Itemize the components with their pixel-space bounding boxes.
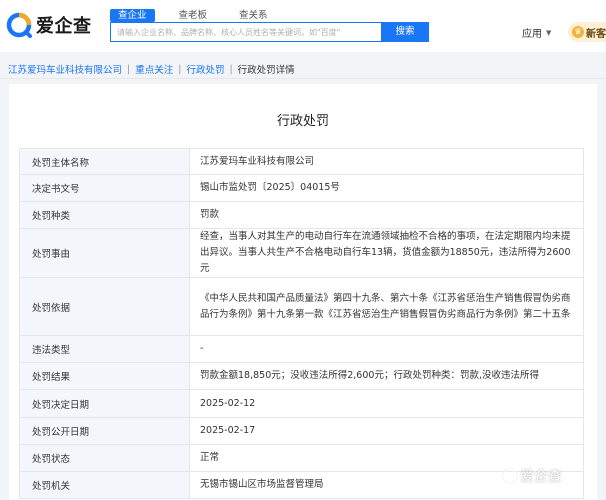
row-value: 罚款 bbox=[189, 201, 584, 229]
breadcrumb-separator: | bbox=[178, 63, 182, 75]
row-label: 处罚结果 bbox=[19, 362, 190, 390]
top-header: 爱企查 查企业 查老板 查关系 搜索 应用 ▼ ♛ 新客 bbox=[0, 0, 606, 52]
breadcrumb-separator: | bbox=[127, 63, 131, 75]
row-label: 处罚决定日期 bbox=[19, 389, 190, 418]
crown-icon: ♛ bbox=[572, 26, 584, 38]
breadcrumb-focus[interactable]: 重点关注 bbox=[135, 62, 173, 76]
table-row: 决定书文号 锡山市监处罚〔2025〕04015号 bbox=[19, 174, 584, 202]
breadcrumb-penalty[interactable]: 行政处罚 bbox=[186, 62, 224, 76]
table-row: 处罚结果 罚款金额18,850元；没收违法所得2,600元；行政处罚种类：罚款,… bbox=[19, 362, 584, 390]
row-label: 处罚依据 bbox=[19, 277, 190, 336]
table-row: 处罚种类 罚款 bbox=[19, 201, 584, 229]
row-value: 2025-02-12 bbox=[189, 389, 584, 418]
table-row: 处罚事由 经查，当事人对其生产的电动自行车在流通领域抽检不合格的事项，在法定期限… bbox=[19, 228, 584, 278]
detail-card: 行政处罚 处罚主体名称 江苏爱玛车业科技有限公司 决定书文号 锡山市监处罚〔20… bbox=[9, 84, 597, 500]
table-row: 处罚状态 正常 bbox=[19, 444, 584, 472]
table-row: 违法类型 - bbox=[19, 335, 584, 363]
search-button[interactable]: 搜索 bbox=[381, 22, 429, 42]
table-row: 处罚决定日期 2025-02-12 bbox=[19, 389, 584, 418]
chevron-down-icon: ▼ bbox=[546, 28, 552, 37]
row-value: 江苏爱玛车业科技有限公司 bbox=[189, 148, 584, 175]
search-input[interactable] bbox=[111, 23, 381, 41]
search-box bbox=[110, 22, 382, 42]
row-label: 处罚状态 bbox=[19, 444, 190, 472]
breadcrumb-current: 行政处罚详情 bbox=[237, 65, 295, 76]
apps-menu[interactable]: 应用 ▼ bbox=[522, 25, 552, 41]
page-title: 行政处罚 bbox=[276, 114, 329, 129]
logo[interactable]: 爱企查 bbox=[6, 10, 92, 40]
row-label: 违法类型 bbox=[19, 335, 190, 363]
row-value: 《中华人民共和国产品质量法》第四十九条、第六十条《江苏省惩治生产销售假冒伪劣商品… bbox=[189, 277, 584, 336]
table-row: 处罚主体名称 江苏爱玛车业科技有限公司 bbox=[19, 148, 584, 175]
apps-label: 应用 bbox=[522, 29, 542, 40]
breadcrumb-divider bbox=[0, 78, 606, 79]
row-value: 锡山市监处罚〔2025〕04015号 bbox=[189, 174, 584, 202]
tab-search-boss[interactable]: 查老板 bbox=[171, 9, 216, 22]
tab-search-relation[interactable]: 查关系 bbox=[231, 9, 276, 22]
table-row: 处罚机关 无锡市锡山区市场监督管理局 bbox=[19, 471, 584, 499]
logo-text: 爱企查 bbox=[36, 16, 92, 37]
breadcrumb: 江苏爱玛车业科技有限公司 | 重点关注 | 行政处罚 | 行政处罚详情 bbox=[8, 62, 295, 77]
row-value: 罚款金额18,850元；没收违法所得2,600元；行政处罚种类：罚款,没收违法所… bbox=[189, 362, 584, 390]
table-row: 处罚依据 《中华人民共和国产品质量法》第四十九条、第六十条《江苏省惩治生产销售假… bbox=[19, 277, 584, 336]
vip-label: 新客 bbox=[586, 28, 606, 40]
tab-search-company[interactable]: 查企业 bbox=[110, 9, 155, 22]
breadcrumb-company[interactable]: 江苏爱玛车业科技有限公司 bbox=[8, 62, 122, 76]
row-value: 经查，当事人对其生产的电动自行车在流通领域抽检不合格的事项，在法定期限内均未提出… bbox=[189, 228, 584, 278]
row-value: - bbox=[189, 335, 584, 363]
watermark-text: 爱企查 bbox=[520, 469, 562, 485]
vip-badge[interactable]: ♛ 新客 bbox=[568, 22, 606, 42]
search-tabs: 查企业 查老板 查关系 bbox=[110, 9, 292, 23]
watermark: 爱企查 bbox=[503, 466, 562, 486]
watermark-logo-icon bbox=[503, 469, 517, 483]
row-label: 处罚事由 bbox=[19, 228, 190, 278]
logo-mark-icon bbox=[6, 12, 32, 38]
row-label: 处罚主体名称 bbox=[19, 148, 190, 175]
detail-table: 处罚主体名称 江苏爱玛车业科技有限公司 决定书文号 锡山市监处罚〔2025〕04… bbox=[19, 148, 584, 499]
row-label: 处罚公开日期 bbox=[19, 417, 190, 445]
row-label: 决定书文号 bbox=[19, 174, 190, 202]
row-value: 2025-02-17 bbox=[189, 417, 584, 445]
breadcrumb-separator: | bbox=[229, 63, 233, 75]
row-label: 处罚种类 bbox=[19, 201, 190, 229]
row-label: 处罚机关 bbox=[19, 471, 190, 499]
table-row: 处罚公开日期 2025-02-17 bbox=[19, 417, 584, 445]
